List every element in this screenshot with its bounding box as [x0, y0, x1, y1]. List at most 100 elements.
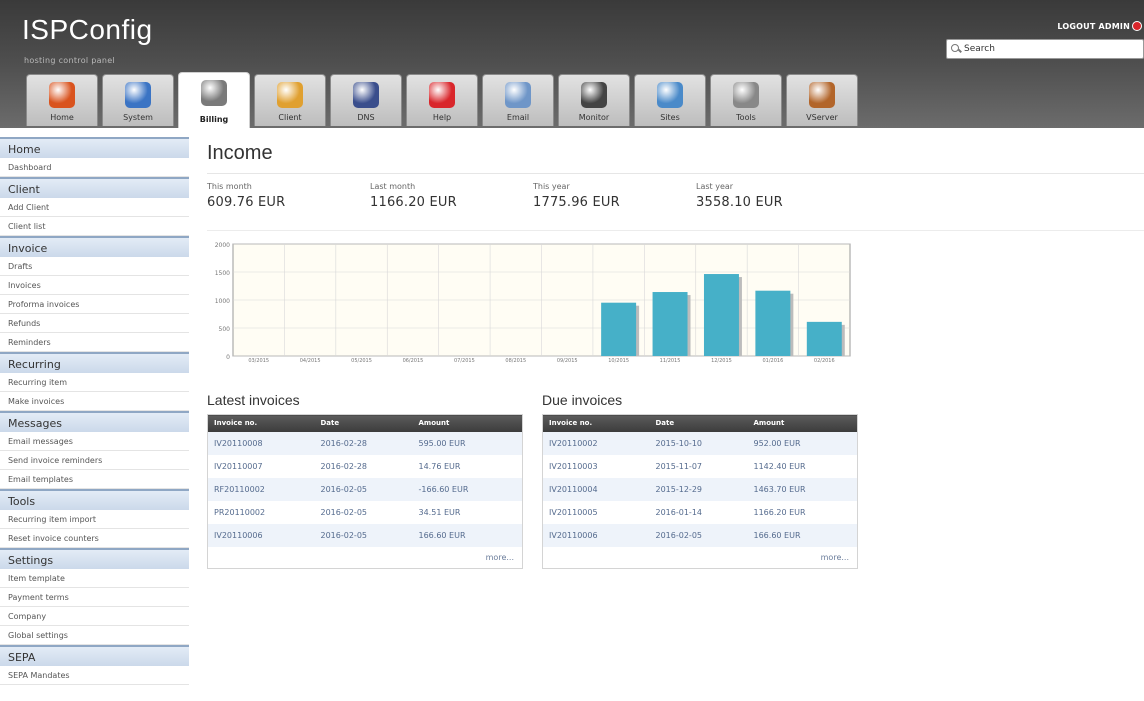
- sidebar-section-invoice[interactable]: Invoice: [0, 236, 189, 257]
- tab-help[interactable]: Help: [406, 74, 478, 126]
- sidebar-item-drafts[interactable]: Drafts: [0, 257, 189, 276]
- table-row[interactable]: IV20110002 2015-10-10 952.00 EUR: [542, 431, 858, 455]
- sidebar-item-dashboard[interactable]: Dashboard: [0, 158, 189, 177]
- column-header-invoice-no[interactable]: Invoice no.: [542, 414, 650, 432]
- invoice-number-cell[interactable]: IV20110008: [207, 431, 315, 455]
- logout-link[interactable]: LOGOUT ADMIN: [1057, 22, 1130, 31]
- chart-bar: [652, 292, 688, 356]
- email-icon: [505, 82, 531, 108]
- logout-icon[interactable]: [1132, 21, 1142, 31]
- stat-last-year: Last year 3558.10 EUR: [696, 182, 783, 210]
- invoice-number-cell[interactable]: IV20110007: [208, 455, 315, 478]
- latest-invoices-table: Invoice no. Date Amount IV20110008 2016-02-2…: [207, 414, 523, 569]
- sidebar-item-invoices[interactable]: Invoices: [0, 276, 189, 295]
- sidebar-item-reset-invoice-counters[interactable]: Reset invoice counters: [0, 529, 189, 548]
- app-logo[interactable]: ISPConfig: [22, 14, 153, 46]
- table-row[interactable]: RF20110002 2016-02-05 -166.60 EUR: [207, 477, 523, 501]
- tab-sites[interactable]: Sites: [634, 74, 706, 126]
- sidebar-section-sepa[interactable]: SEPA: [0, 645, 189, 666]
- sidebar-item-add-client[interactable]: Add Client: [0, 198, 189, 217]
- invoice-number-cell[interactable]: PR20110002: [208, 501, 315, 524]
- sidebar-item-reminders[interactable]: Reminders: [0, 333, 189, 352]
- tab-home[interactable]: Home: [26, 74, 98, 126]
- sidebar-section-recurring[interactable]: Recurring: [0, 352, 189, 373]
- tab-client[interactable]: Client: [254, 74, 326, 126]
- date-cell: 2016-02-05: [649, 523, 748, 547]
- sidebar-item-send-invoice-reminders[interactable]: Send invoice reminders: [0, 451, 189, 470]
- invoice-number-cell[interactable]: IV20110002: [542, 431, 650, 455]
- latest-invoices-title: Latest invoices: [207, 392, 300, 408]
- sidebar-item-company[interactable]: Company: [0, 607, 189, 626]
- chart-x-tick-label: 06/2015: [403, 358, 424, 364]
- invoice-number-cell[interactable]: IV20110004: [542, 477, 650, 501]
- tab-label: Monitor: [578, 113, 610, 122]
- sidebar-item-refunds[interactable]: Refunds: [0, 314, 189, 333]
- tab-label: Sites: [660, 113, 680, 122]
- tab-tools[interactable]: Tools: [710, 74, 782, 126]
- sidebar-section-client[interactable]: Client: [0, 177, 189, 198]
- table-row[interactable]: IV20110006 2016-02-05 166.60 EUR: [542, 523, 858, 547]
- column-header-invoice-no[interactable]: Invoice no.: [207, 414, 315, 432]
- sidebar-section-settings[interactable]: Settings: [0, 548, 189, 569]
- tab-dns[interactable]: DNS: [330, 74, 402, 126]
- amount-cell: -166.60 EUR: [412, 477, 523, 501]
- column-header-date[interactable]: Date: [649, 414, 748, 432]
- sidebar-item-recurring-item[interactable]: Recurring item: [0, 373, 189, 392]
- more-link[interactable]: more...: [542, 546, 858, 569]
- search-input[interactable]: [964, 44, 1134, 54]
- sidebar-item-email-messages[interactable]: Email messages: [0, 432, 189, 451]
- table-row[interactable]: IV20110006 2016-02-05 166.60 EUR: [207, 523, 523, 547]
- app-tagline: hosting control panel: [24, 56, 115, 65]
- amount-cell: 1463.70 EUR: [747, 477, 858, 501]
- table-header-row: Invoice no. Date Amount: [542, 414, 858, 432]
- sidebar-item-payment-terms[interactable]: Payment terms: [0, 588, 189, 607]
- sidebar-item-client-list[interactable]: Client list: [0, 217, 189, 236]
- sidebar-item-make-invoices[interactable]: Make invoices: [0, 392, 189, 411]
- table-row[interactable]: PR20110002 2016-02-05 34.51 EUR: [208, 501, 523, 524]
- sidebar-section-tools[interactable]: Tools: [0, 489, 189, 510]
- column-header-date[interactable]: Date: [314, 414, 413, 432]
- client-users-icon: [277, 82, 303, 108]
- table-row[interactable]: IV20110008 2016-02-28 595.00 EUR: [207, 431, 523, 455]
- invoice-number-cell[interactable]: IV20110005: [543, 501, 650, 524]
- table-row[interactable]: IV20110007 2016-02-28 14.76 EUR: [208, 455, 523, 478]
- vserver-icon: [809, 82, 835, 108]
- table-row[interactable]: IV20110003 2015-11-07 1142.40 EUR: [543, 455, 858, 478]
- tab-label: VServer: [806, 113, 838, 122]
- chart-x-tick-label: 12/2015: [711, 358, 732, 364]
- tab-billing[interactable]: Billing: [178, 72, 250, 128]
- income-bar-chart: 0 500 1000 1500 2000 03/2015 04/2015 05/2015 06/…: [215, 242, 851, 364]
- invoice-number-cell[interactable]: IV20110003: [543, 455, 650, 478]
- sidebar-section-messages[interactable]: Messages: [0, 411, 189, 432]
- tab-email[interactable]: Email: [482, 74, 554, 126]
- top-header: ISPConfig hosting control panel LOGOUT A…: [0, 0, 1144, 128]
- tab-monitor[interactable]: Monitor: [558, 74, 630, 126]
- invoice-number-cell[interactable]: IV20110006: [542, 523, 650, 547]
- invoice-number-cell[interactable]: IV20110006: [207, 523, 315, 547]
- tab-label: Home: [50, 113, 74, 122]
- sidebar-item-proforma-invoices[interactable]: Proforma invoices: [0, 295, 189, 314]
- table-row[interactable]: IV20110004 2015-12-29 1463.70 EUR: [542, 477, 858, 501]
- due-invoices-table: Invoice no. Date Amount IV20110002 2015-10-1…: [542, 414, 858, 569]
- sidebar-item-sepa-mandates[interactable]: SEPA Mandates: [0, 666, 189, 685]
- column-header-amount[interactable]: Amount: [747, 414, 858, 432]
- chart-x-tick-label: 02/2016: [814, 358, 835, 364]
- chart-y-tick-label: 1000: [215, 298, 230, 305]
- sidebar-section-home[interactable]: Home: [0, 137, 189, 158]
- sidebar-item-item-template[interactable]: Item template: [0, 569, 189, 588]
- sidebar-item-global-settings[interactable]: Global settings: [0, 626, 189, 645]
- date-cell: 2016-02-28: [320, 461, 368, 471]
- column-header-amount[interactable]: Amount: [412, 414, 523, 432]
- invoice-number-cell[interactable]: RF20110002: [207, 477, 315, 501]
- table-row[interactable]: IV20110005 2016-01-14 1166.20 EUR: [543, 501, 858, 524]
- amount-cell: 166.60 EUR: [747, 523, 858, 547]
- due-invoices-title: Due invoices: [542, 392, 623, 408]
- tab-vserver[interactable]: VServer: [786, 74, 858, 126]
- sidebar-item-email-templates[interactable]: Email templates: [0, 470, 189, 489]
- stat-label: Last month: [370, 182, 416, 191]
- tab-system[interactable]: System: [102, 74, 174, 126]
- amount-cell: 14.76 EUR: [418, 461, 461, 471]
- chart-x-tick-label: 01/2016: [762, 358, 783, 364]
- sidebar-item-recurring-item-import[interactable]: Recurring item import: [0, 510, 189, 529]
- more-link[interactable]: more...: [207, 546, 523, 569]
